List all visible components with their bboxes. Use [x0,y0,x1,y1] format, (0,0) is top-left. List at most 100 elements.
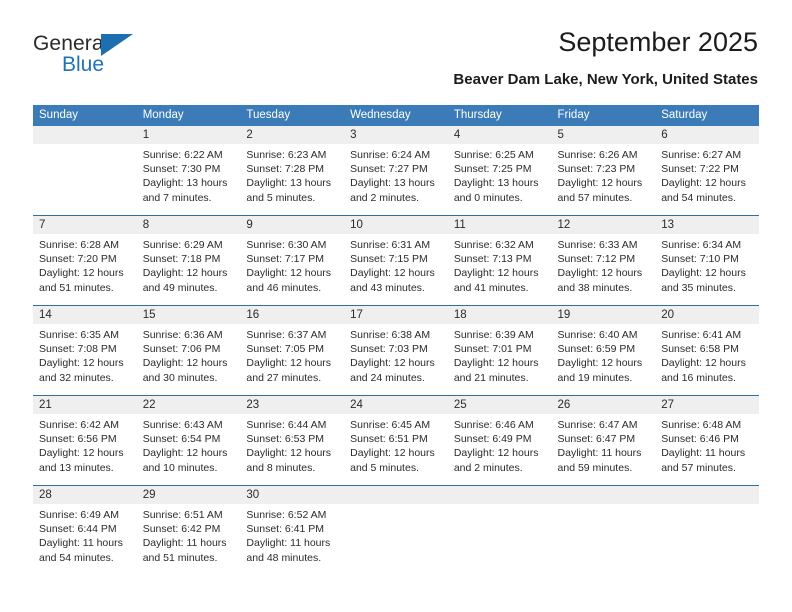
sunset-text: Sunset: 6:49 PM [453,433,532,446]
day-cell[interactable]: Sunrise: 6:26 AM Sunset: 7:23 PM Daylight:… [552,144,656,215]
day-number[interactable]: 4 [448,126,552,144]
day-cell[interactable]: Sunrise: 6:22 AM Sunset: 7:30 PM Daylight:… [137,144,241,215]
day-number[interactable]: 10 [344,216,448,234]
day-number[interactable]: 26 [552,396,656,414]
day-number[interactable]: 19 [552,306,656,324]
daylight-text-line1: Daylight: 12 hours [246,357,332,370]
day-number[interactable]: 27 [655,396,759,414]
daylight-text-line1: Daylight: 12 hours [557,267,643,280]
day-number[interactable]: 2 [240,126,344,144]
day-cell[interactable]: Sunrise: 6:46 AM Sunset: 6:49 PM Daylight:… [448,414,552,485]
day-cell[interactable]: Sunrise: 6:49 AM Sunset: 6:44 PM Daylight:… [33,504,137,575]
daylight-text-line2: and 5 minutes. [246,191,316,204]
day-cell[interactable]: Sunrise: 6:41 AM Sunset: 6:58 PM Daylight:… [655,324,759,395]
sunrise-text: Sunrise: 6:31 AM [350,239,431,251]
day-number[interactable]: 14 [33,306,137,324]
weekday-header-friday: Friday [557,109,590,121]
daylight-text-line2: and 35 minutes. [661,281,736,294]
day-number[interactable]: 16 [240,306,344,324]
day-number[interactable]: 11 [448,216,552,234]
daylight-text-line2: and 0 minutes. [453,191,523,204]
sunrise-text: Sunrise: 6:40 AM [557,329,638,341]
day-cell[interactable]: Sunrise: 6:25 AM Sunset: 7:25 PM Daylight:… [448,144,552,215]
day-cell[interactable]: Sunrise: 6:39 AM Sunset: 7:01 PM Daylight:… [448,324,552,395]
daylight-text-line2: and 54 minutes. [39,551,114,564]
day-cell[interactable]: Sunrise: 6:51 AM Sunset: 6:42 PM Daylight:… [137,504,241,575]
daylight-text-line2: and 54 minutes. [661,191,736,204]
sunset-text: Sunset: 6:54 PM [142,433,221,446]
day-cell[interactable]: Sunrise: 6:40 AM Sunset: 6:59 PM Daylight:… [552,324,656,395]
sunset-text: Sunset: 6:53 PM [246,433,325,446]
day-cell[interactable]: Sunrise: 6:28 AM Sunset: 7:20 PM Daylight:… [33,234,137,305]
day-number[interactable]: 23 [240,396,344,414]
daylight-text-line2: and 27 minutes. [246,371,322,384]
day-number[interactable]: 1 [137,126,241,144]
week-date-number-band: 21 22 23 24 25 26 27 [33,396,759,414]
day-number[interactable]: 8 [137,216,241,234]
day-number[interactable]: 22 [137,396,241,414]
daylight-text-line1: Daylight: 12 hours [453,267,539,280]
daylight-text-line2: and 7 minutes. [142,191,212,204]
day-number[interactable]: 9 [240,216,344,234]
daylight-text-line2: and 32 minutes. [39,371,114,384]
sunrise-text: Sunrise: 6:39 AM [453,329,534,341]
calendar-week-row: 7 8 9 10 11 12 13 Sunrise: 6:28 AM Sunset: 7:20 … [33,215,759,305]
day-cell[interactable]: Sunrise: 6:35 AM Sunset: 7:08 PM Daylight:… [33,324,137,395]
sunrise-text: Sunrise: 6:38 AM [350,329,431,341]
day-cell[interactable]: Sunrise: 6:48 AM Sunset: 6:46 PM Daylight:… [655,414,759,485]
daylight-text-line1: Daylight: 12 hours [557,177,643,190]
day-cell[interactable]: Sunrise: 6:32 AM Sunset: 7:13 PM Daylight:… [448,234,552,305]
day-cell-empty [344,504,448,575]
day-number[interactable]: 17 [344,306,448,324]
day-number[interactable]: 24 [344,396,448,414]
day-number[interactable]: 29 [137,486,241,504]
sunrise-text: Sunrise: 6:27 AM [661,149,742,161]
day-cell[interactable]: Sunrise: 6:31 AM Sunset: 7:15 PM Daylight:… [344,234,448,305]
day-cell[interactable]: Sunrise: 6:29 AM Sunset: 7:18 PM Daylight:… [137,234,241,305]
day-cell[interactable]: Sunrise: 6:33 AM Sunset: 7:12 PM Daylight:… [552,234,656,305]
day-number[interactable]: 5 [552,126,656,144]
daylight-text-line1: Daylight: 11 hours [142,537,227,550]
general-blue-logo[interactable]: General Blue [33,32,213,88]
day-cell[interactable]: Sunrise: 6:45 AM Sunset: 6:51 PM Daylight:… [344,414,448,485]
day-number[interactable]: 21 [33,396,137,414]
daylight-text-line2: and 59 minutes. [557,461,633,474]
daylight-text-line1: Daylight: 12 hours [557,357,643,370]
day-number[interactable]: 20 [655,306,759,324]
day-number[interactable]: 25 [448,396,552,414]
day-number[interactable]: 6 [655,126,759,144]
day-number[interactable]: 3 [344,126,448,144]
sunrise-text: Sunrise: 6:23 AM [246,149,327,161]
day-cell[interactable]: Sunrise: 6:27 AM Sunset: 7:22 PM Daylight:… [655,144,759,215]
day-cell[interactable]: Sunrise: 6:52 AM Sunset: 6:41 PM Daylight:… [240,504,344,575]
day-cell[interactable]: Sunrise: 6:47 AM Sunset: 6:47 PM Daylight:… [552,414,656,485]
sunset-text: Sunset: 6:59 PM [557,343,636,356]
day-number[interactable]: 18 [448,306,552,324]
weekday-header-tuesday: Tuesday [246,109,291,121]
day-cell[interactable]: Sunrise: 6:34 AM Sunset: 7:10 PM Daylight:… [655,234,759,305]
calendar-week-row: 28 29 30 Sunrise: 6:49 AM Sunset: 6:44 PM Day… [33,485,759,575]
day-cell[interactable]: Sunrise: 6:44 AM Sunset: 6:53 PM Daylight:… [240,414,344,485]
page-subtitle: Beaver Dam Lake, New York, United States [453,71,758,88]
day-cell-empty [655,504,759,575]
sunset-text: Sunset: 7:22 PM [661,163,739,176]
logo-text-blue: Blue [62,53,105,76]
day-cell[interactable]: Sunrise: 6:36 AM Sunset: 7:06 PM Daylight:… [137,324,241,395]
day-cell[interactable]: Sunrise: 6:37 AM Sunset: 7:05 PM Daylight:… [240,324,344,395]
day-number[interactable]: 7 [33,216,137,234]
day-number[interactable]: 13 [655,216,759,234]
day-cell[interactable]: Sunrise: 6:43 AM Sunset: 6:54 PM Daylight:… [137,414,241,485]
day-cell[interactable]: Sunrise: 6:42 AM Sunset: 6:56 PM Daylight:… [33,414,137,485]
day-cell-empty [448,504,552,575]
day-cell[interactable]: Sunrise: 6:24 AM Sunset: 7:27 PM Daylight:… [344,144,448,215]
day-number[interactable]: 15 [137,306,241,324]
day-number[interactable]: 28 [33,486,137,504]
week-date-number-band: 28 29 30 [33,486,759,504]
sunrise-text: Sunrise: 6:28 AM [39,239,119,251]
day-cell[interactable]: Sunrise: 6:23 AM Sunset: 7:28 PM Daylight:… [240,144,344,215]
daylight-text-line1: Daylight: 11 hours [661,447,746,460]
day-number[interactable]: 30 [240,486,344,504]
day-number[interactable]: 12 [552,216,656,234]
day-cell[interactable]: Sunrise: 6:38 AM Sunset: 7:03 PM Daylight:… [344,324,448,395]
day-cell[interactable]: Sunrise: 6:30 AM Sunset: 7:17 PM Daylight:… [240,234,344,305]
